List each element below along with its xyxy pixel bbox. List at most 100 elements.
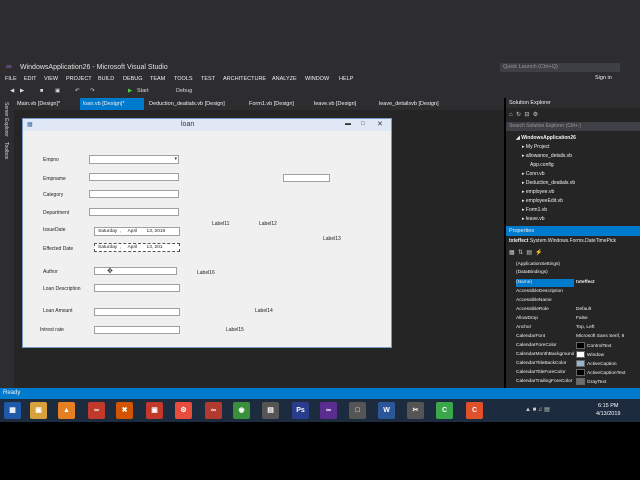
extra-textbox[interactable]: [283, 174, 330, 182]
solution-root[interactable]: ◢ WindowsApplication26: [516, 134, 576, 142]
property-value-color[interactable]: GrayText: [576, 378, 634, 387]
word-icon[interactable]: W: [378, 402, 395, 419]
solution-item[interactable]: ▸ Form1.vb: [522, 206, 547, 214]
visual-studio-taskbar-icon[interactable]: ∞: [320, 402, 337, 419]
vlc-icon[interactable]: ▲: [58, 402, 75, 419]
snipping-tool-icon[interactable]: ✂: [407, 402, 424, 419]
categorized-icon[interactable]: ▦: [509, 250, 515, 256]
empname-field[interactable]: [89, 173, 179, 181]
save-icon[interactable]: ■: [40, 87, 43, 95]
photoshop-icon[interactable]: Ps: [292, 402, 309, 419]
window-app-icon[interactable]: □: [349, 402, 366, 419]
start-button[interactable]: Start: [137, 87, 149, 95]
property-row[interactable]: CalendarTitleForeColor ActiveCaptionText: [506, 369, 634, 377]
menu-view[interactable]: VIEW: [44, 74, 58, 84]
redo-icon[interactable]: ↷: [90, 87, 95, 95]
tray-icons[interactable]: ▲ ■ ♫ ▤: [525, 406, 550, 413]
refresh-icon[interactable]: ↻: [516, 112, 521, 118]
network-app-icon[interactable]: ▤: [262, 402, 279, 419]
property-value-color[interactable]: ActiveCaption: [576, 360, 634, 369]
property-value-color[interactable]: ActiveCaptionText: [576, 369, 634, 378]
server-explorer-tab[interactable]: Server Explorer: [3, 102, 9, 137]
effected-date-picker[interactable]: Saturday , April 13, 201: [94, 243, 180, 252]
recorder-app-icon[interactable]: C: [466, 402, 483, 419]
recorder-icon[interactable]: ∞: [205, 402, 222, 419]
property-value[interactable]: Top, Left: [576, 324, 634, 332]
back-icon[interactable]: ◀: [10, 87, 14, 95]
undo-icon[interactable]: ↶: [75, 87, 80, 95]
start-menu-icon[interactable]: ▦: [4, 402, 21, 419]
solution-item[interactable]: App.config: [530, 161, 554, 169]
empno-combo[interactable]: ▾: [89, 155, 179, 164]
forward-icon[interactable]: ▶: [20, 87, 24, 95]
config-select[interactable]: Debug: [176, 87, 192, 95]
menu-team[interactable]: TEAM: [150, 74, 165, 84]
menu-project[interactable]: PROJECT: [66, 74, 92, 84]
solution-search-input[interactable]: Search Solution Explorer (Ctrl+;): [506, 122, 640, 131]
property-row[interactable]: AccessibleRole Default: [506, 306, 634, 314]
property-row[interactable]: (DataBindings): [506, 269, 634, 277]
menu-help[interactable]: HELP: [339, 74, 353, 84]
author-field[interactable]: ✥: [94, 267, 177, 275]
home-icon[interactable]: ⌂: [509, 112, 513, 118]
solution-item[interactable]: ▸ employeeEdit.vb: [522, 197, 563, 205]
property-row[interactable]: (ApplicationSettings): [506, 261, 634, 269]
property-value[interactable]: False: [576, 315, 634, 323]
property-value[interactable]: txteffect: [576, 279, 634, 287]
issuedate-picker[interactable]: Saturday , April 13, 2019: [94, 227, 180, 236]
solution-item[interactable]: ▸ Deduction_deatials.vb: [522, 179, 575, 187]
property-value-color[interactable]: Window: [576, 351, 634, 360]
solution-item[interactable]: ▸ leave.vb: [522, 215, 545, 223]
start-icon[interactable]: ▶: [128, 87, 132, 95]
solution-item[interactable]: ▸ allowance_details.vb: [522, 152, 572, 160]
system-clock[interactable]: 6:15 PM 4/13/2019: [596, 402, 620, 418]
toolbox-tab[interactable]: Toolbox: [3, 142, 9, 159]
properties-icon[interactable]: ⚙: [533, 112, 538, 118]
property-row[interactable]: AccessibleDescription: [506, 288, 634, 296]
chrome-icon[interactable]: ◉: [233, 402, 250, 419]
tab-main-design[interactable]: Main.vb [Design]*: [14, 98, 63, 110]
property-row[interactable]: CalendarForeColor ControlText: [506, 342, 634, 350]
sign-in-link[interactable]: Sign in: [595, 75, 612, 81]
alphabetical-icon[interactable]: ⇅: [518, 250, 523, 256]
tab-deduction-design[interactable]: Deduction_deatials.vb [Design]: [146, 98, 228, 110]
tab-form1-design[interactable]: Form1.vb [Design]: [246, 98, 297, 110]
loan-description-field[interactable]: [94, 284, 180, 292]
property-value[interactable]: Microsoft Sans Serif, 8: [576, 333, 634, 341]
camtasia-icon[interactable]: C: [436, 402, 453, 419]
tab-leave-details-design[interactable]: leave_detailsvb [Design]: [376, 98, 442, 110]
quick-launch-input[interactable]: Quick Launch (Ctrl+Q): [500, 63, 620, 72]
save-all-icon[interactable]: ▣: [55, 87, 60, 95]
property-value[interactable]: Default: [576, 306, 634, 314]
app-icon[interactable]: ▣: [146, 402, 163, 419]
collapse-icon[interactable]: ⊟: [524, 112, 529, 118]
settings-app-icon[interactable]: ⚙: [175, 402, 192, 419]
menu-build[interactable]: BUILD: [98, 74, 114, 84]
property-row[interactable]: Anchor Top, Left: [506, 324, 634, 332]
property-row[interactable]: AllowDrop False: [506, 315, 634, 323]
solution-item[interactable]: ▸ Conn.vb: [522, 170, 545, 178]
menu-test[interactable]: TEST: [201, 74, 215, 84]
loan-amount-field[interactable]: [94, 308, 180, 316]
loan-form[interactable]: ▦ loan ▬ □ ✕ Empno ▾ Empname Category De…: [22, 118, 392, 348]
property-row[interactable]: AccessibleName: [506, 297, 634, 305]
properties-view-icon[interactable]: ▤: [526, 250, 532, 256]
file-explorer-icon[interactable]: ▣: [30, 402, 47, 419]
menu-analyze[interactable]: ANALYZE: [272, 74, 297, 84]
solution-item[interactable]: ▸ My Project: [522, 143, 550, 151]
media-app-icon[interactable]: ∞: [88, 402, 105, 419]
category-field[interactable]: [89, 190, 179, 198]
menu-architecture[interactable]: ARCHITECTURE: [223, 74, 266, 84]
property-row[interactable]: CalendarMonthBackground Window: [506, 351, 634, 359]
menu-window[interactable]: WINDOW: [305, 74, 329, 84]
xampp-icon[interactable]: ✖: [116, 402, 133, 419]
close-icon[interactable]: ✕: [377, 120, 383, 128]
property-row-selected[interactable]: (Name) txteffect: [506, 279, 634, 287]
solution-item[interactable]: ▸ employee.vb: [522, 188, 554, 196]
property-row[interactable]: CalendarTitleBackColor ActiveCaption: [506, 360, 634, 368]
properties-object-selector[interactable]: txteffect System.Windows.Forms.DateTimeP…: [509, 238, 639, 244]
chevron-down-icon[interactable]: ▾: [174, 156, 177, 162]
minimize-icon[interactable]: ▬: [345, 121, 351, 127]
menu-edit[interactable]: EDIT: [24, 74, 37, 84]
maximize-icon[interactable]: □: [361, 121, 365, 127]
